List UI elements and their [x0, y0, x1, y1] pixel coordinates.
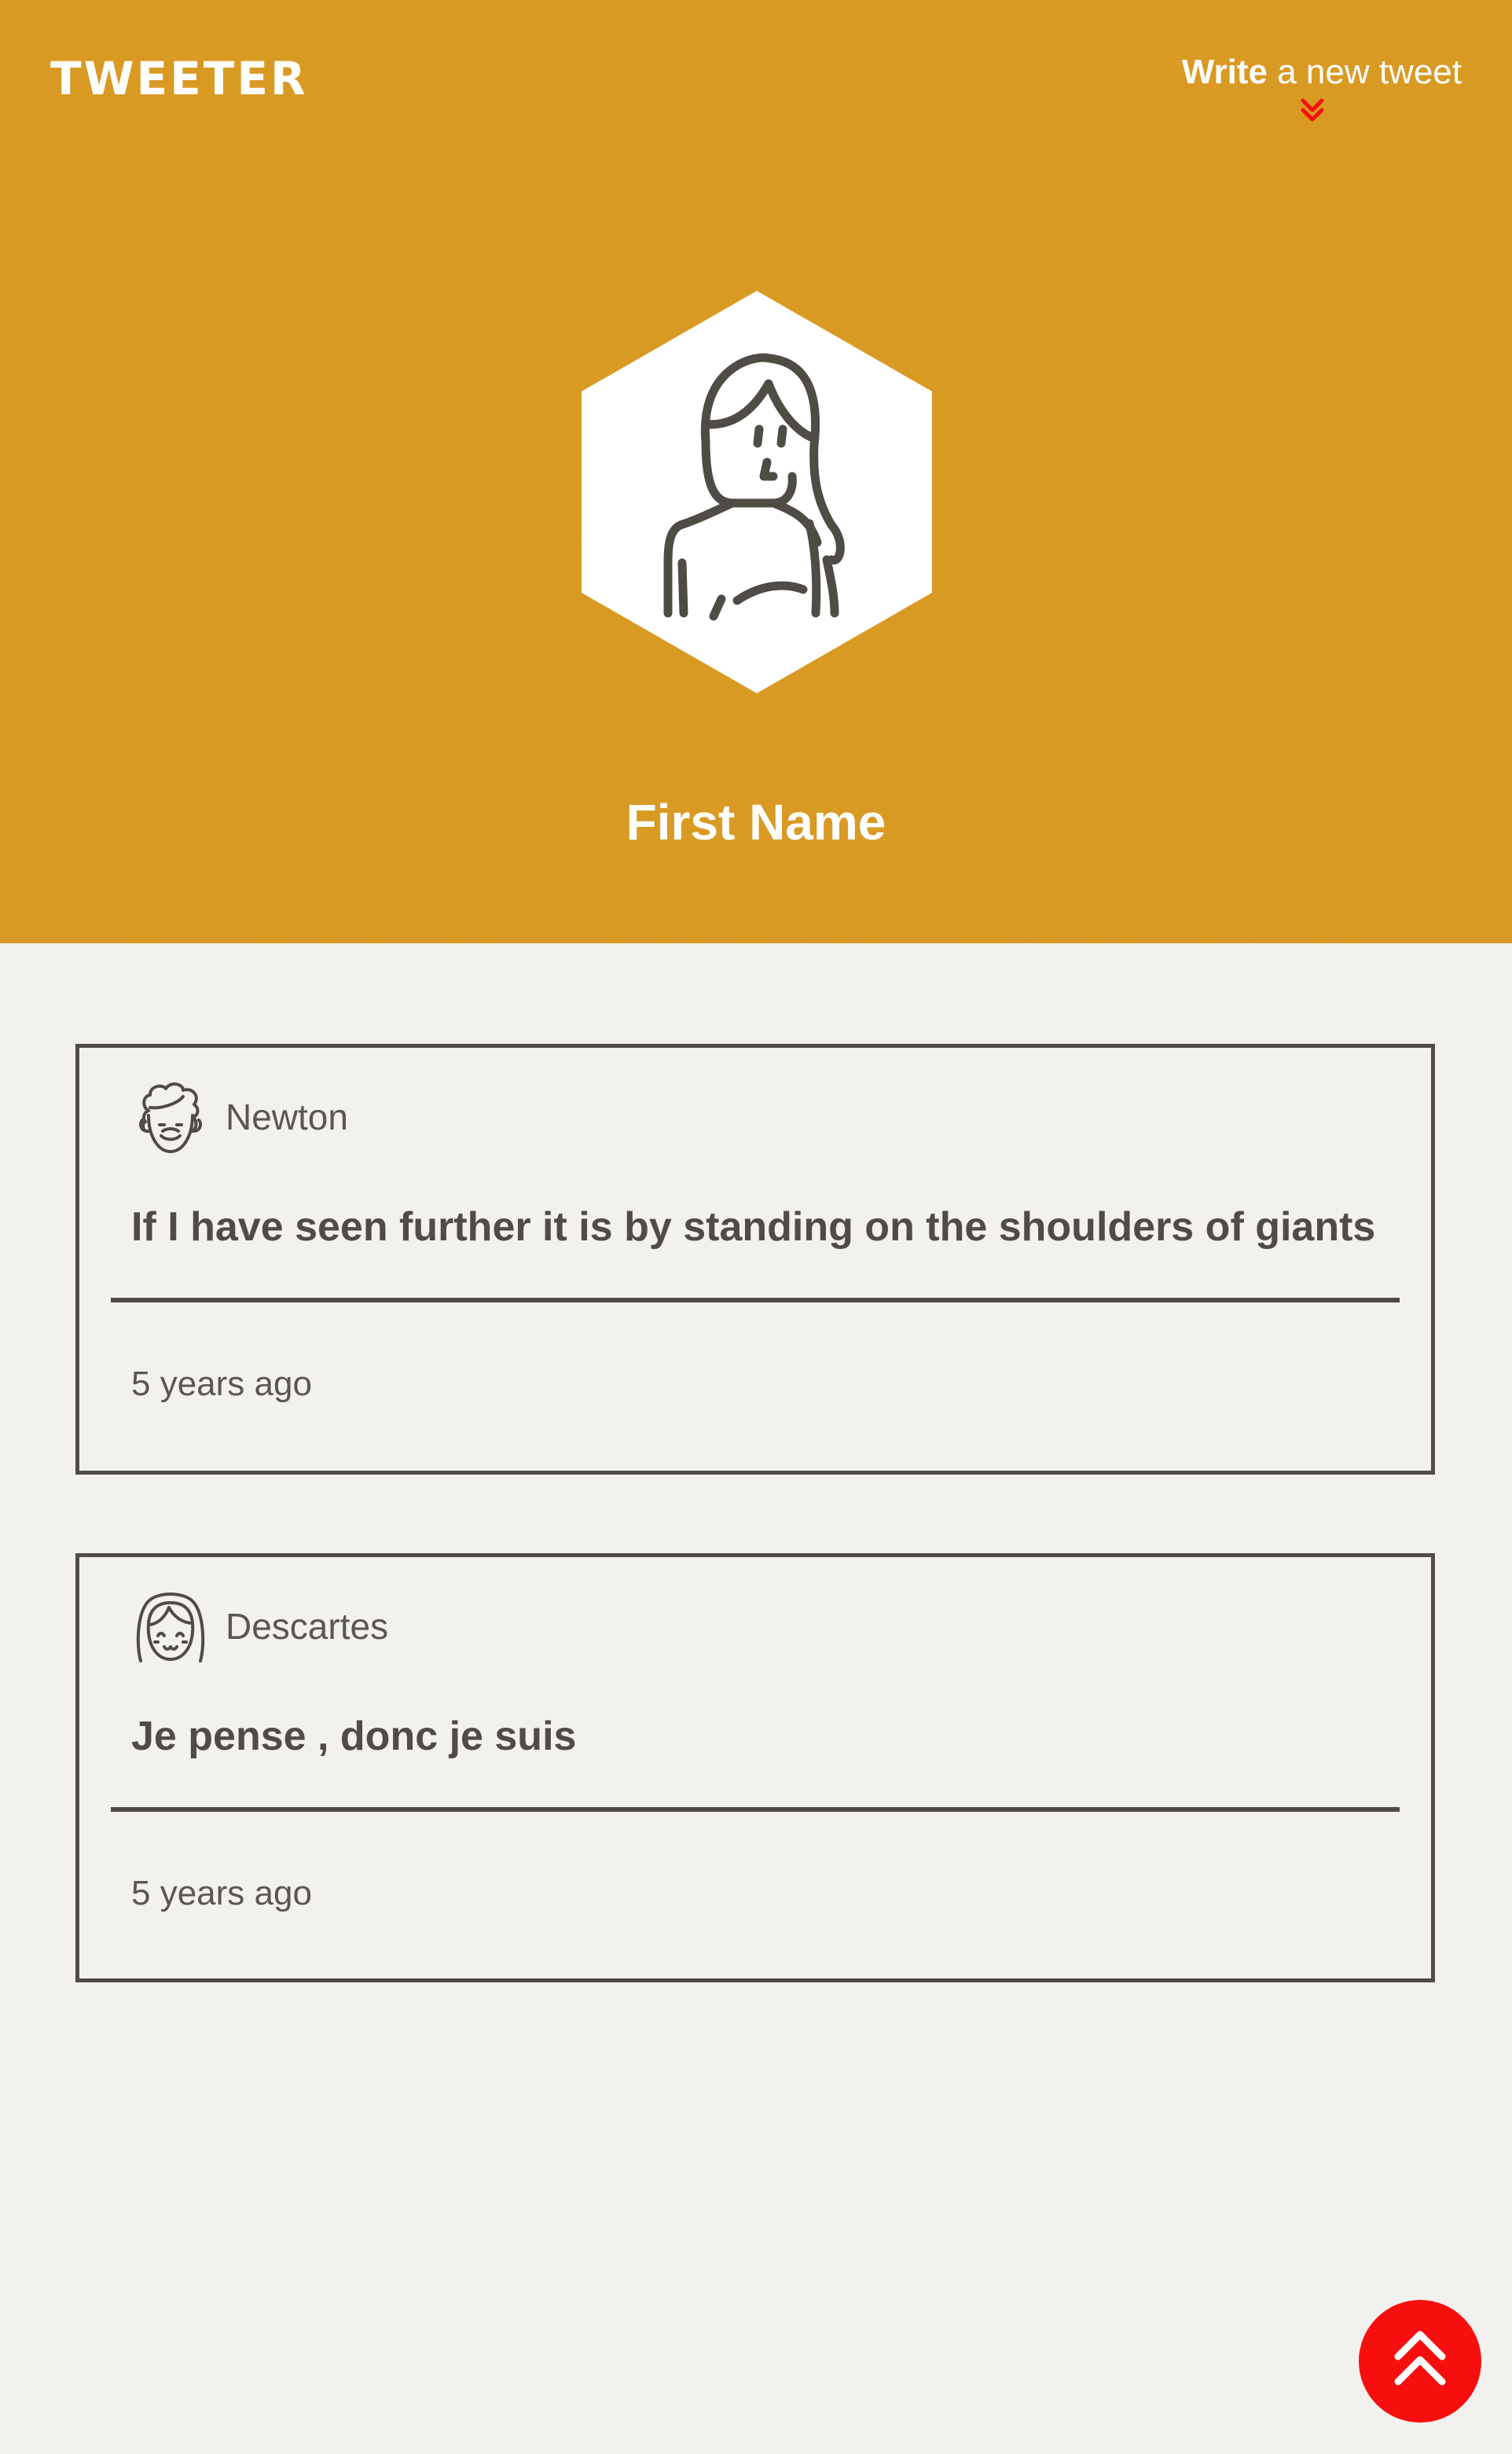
tweet-timestamp: 5 years ago [131, 1365, 312, 1403]
tweet-divider [111, 1298, 1400, 1302]
scroll-to-top-button[interactable] [1359, 2300, 1481, 2423]
curly-hair-man-avatar-icon[interactable] [131, 1079, 210, 1158]
tweet-card[interactable]: Descartes Je pense , donc je suis 5 year… [75, 1553, 1435, 1982]
tweet-divider [111, 1807, 1400, 1812]
tweet-text: Je pense , donc je suis [131, 1714, 577, 1759]
double-chevron-up-icon [1394, 2331, 1446, 2386]
tweet-author[interactable]: Descartes [226, 1603, 388, 1650]
tweet-text: If I have seen further it is by standing… [131, 1204, 1376, 1250]
profile-name: First Name [626, 794, 886, 850]
tweet-card[interactable]: Newton If I have seen further it is by s… [75, 1044, 1435, 1475]
top-nav: TWEETER Write a new tweet [0, 0, 1512, 189]
profile-avatar [582, 291, 932, 693]
tweet-author[interactable]: Newton [226, 1093, 348, 1141]
tweet-timestamp: 5 years ago [131, 1874, 312, 1912]
double-chevron-down-icon[interactable] [1294, 94, 1331, 126]
profile-header: TWEETER Write a new tweet First Name [0, 0, 1512, 943]
write-link-bold: Write [1181, 53, 1268, 91]
app-logo[interactable]: TWEETER [50, 49, 308, 108]
write-link-rest: a new tweet [1267, 53, 1462, 91]
bob-hair-avatar-icon[interactable] [131, 1589, 210, 1667]
write-tweet-link[interactable]: Write a new tweet [1182, 49, 1462, 96]
